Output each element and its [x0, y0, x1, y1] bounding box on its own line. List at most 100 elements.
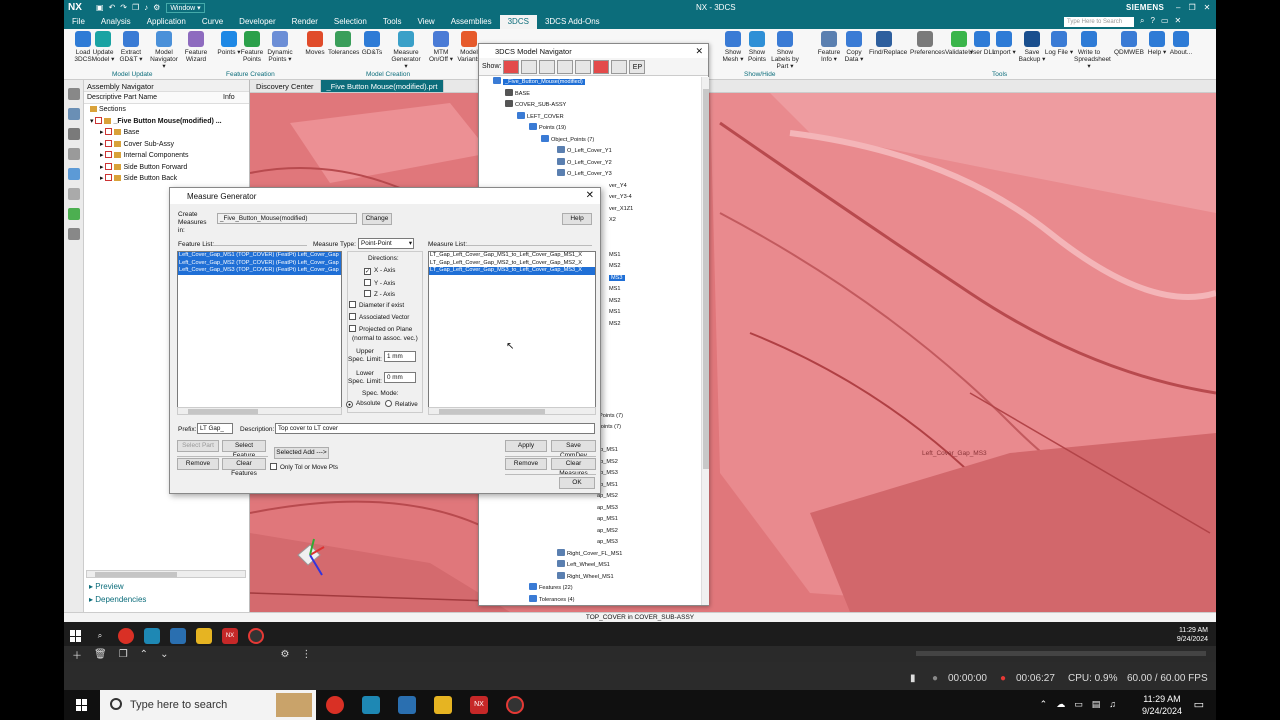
taskbar-search-input[interactable]: Type here to search: [100, 690, 316, 720]
app-icon[interactable]: [362, 696, 380, 714]
measure-type-select[interactable]: Point-Point ▾: [358, 238, 414, 249]
model-tree-node[interactable]: Right_Wheel_MS1: [479, 571, 701, 584]
menu-3dcs[interactable]: 3DCS: [499, 15, 537, 29]
list-item[interactable]: Left_Cover_Gap_MS1 (TOP_COVER) (FeatPt) …: [178, 252, 341, 260]
more-icon[interactable]: ⋮: [301, 649, 311, 660]
menu-render[interactable]: Render: [284, 15, 326, 29]
ribbon-dynamic-points-button[interactable]: Dynamic Points ▾: [265, 31, 295, 63]
ribbon-update-model-button[interactable]: Update Model ▾: [88, 31, 118, 63]
x-axis-checkbox[interactable]: ✓ X - Axis: [364, 267, 395, 275]
menu-application[interactable]: Application: [139, 15, 194, 29]
chevron-up-icon[interactable]: ⌃: [1040, 699, 1048, 710]
menu-analysis[interactable]: Analysis: [93, 15, 139, 29]
battery-icon[interactable]: ▭: [1074, 699, 1083, 710]
close-icon[interactable]: ✕: [586, 190, 594, 201]
column-info[interactable]: Info: [220, 92, 238, 103]
tree-row[interactable]: ▸ Side Button Back: [84, 173, 249, 185]
feature-list-scrollbar[interactable]: [177, 407, 342, 415]
column-descriptive-part-name[interactable]: Descriptive Part Name: [84, 92, 220, 103]
list-item[interactable]: Left_Cover_Gap_MS3 (TOP_COVER) (FeatPt) …: [178, 267, 341, 275]
minimize-icon[interactable]: –: [1176, 3, 1180, 12]
app-icon[interactable]: [144, 628, 160, 644]
trash-icon[interactable]: 🗑: [94, 649, 107, 660]
ribbon-copy-data-button[interactable]: Copy Data ▾: [839, 31, 869, 63]
model-tree-node[interactable]: Object_Points (7): [479, 134, 701, 147]
selected-add-button[interactable]: Selected Add --->: [274, 447, 329, 459]
assembly-navigator-icon[interactable]: [67, 108, 80, 120]
tree-row[interactable]: ▾ _Five Button Mouse(modified) ...: [84, 116, 249, 128]
tree-row[interactable]: ▸ Side Button Forward: [84, 162, 249, 174]
list-item[interactable]: LT_Gap_Left_Cover_Gap_MS1_to_Left_Cover_…: [429, 252, 595, 260]
tree-row[interactable]: ▸ Base: [84, 127, 249, 139]
copy-icon[interactable]: ❐: [119, 649, 128, 660]
visibility-checkbox[interactable]: [95, 116, 103, 124]
panel-dependencies[interactable]: ▸ Dependencies: [84, 593, 250, 606]
model-tree-node[interactable]: O_Left_Cover_Y1: [479, 146, 701, 158]
chevron-down-icon[interactable]: ⌄: [160, 649, 168, 660]
mic-icon[interactable]: ♪: [144, 3, 148, 12]
ribbon-model-navigator-button[interactable]: Model Navigator ▾: [149, 31, 179, 70]
recorder-icon[interactable]: [506, 696, 524, 714]
model-tree-node[interactable]: Features (22): [479, 583, 701, 595]
history-icon[interactable]: [67, 188, 80, 200]
model-tree-node[interactable]: Tolerances (4): [479, 594, 701, 606]
window-icon[interactable]: ▭: [1161, 16, 1169, 26]
select-feature-button[interactable]: Select Feature: [222, 440, 266, 459]
menu-3dcs-add-ons[interactable]: 3DCS Add-Ons: [537, 15, 608, 29]
ribbon-mtm-on-off-button[interactable]: MTM On/Off ▾: [426, 31, 456, 63]
visibility-checkbox[interactable]: [105, 139, 113, 147]
show-filter-button[interactable]: [593, 59, 610, 74]
tree-row[interactable]: ▸ Internal Components: [84, 150, 249, 162]
gear-icon[interactable]: ⚙: [280, 649, 289, 660]
nx-app-icon[interactable]: NX: [222, 628, 238, 644]
network-icon[interactable]: ▤: [1092, 699, 1101, 710]
file-explorer-icon[interactable]: [196, 628, 212, 644]
nx-alt-icon[interactable]: [398, 696, 416, 714]
diameter-checkbox[interactable]: Diameter if exist: [349, 301, 404, 309]
menu-view[interactable]: View: [410, 15, 443, 29]
restore-icon[interactable]: ❐: [1188, 3, 1195, 12]
show-filter-button[interactable]: [503, 59, 520, 74]
clear-measures-button[interactable]: Clear Measures: [551, 458, 596, 477]
model-tree-node[interactable]: Left_Wheel_MS1: [479, 560, 701, 572]
close-icon[interactable]: ✕: [695, 46, 703, 57]
only-tol-checkbox[interactable]: Only Tol or Move Pts: [270, 463, 338, 471]
z-axis-checkbox[interactable]: Z - Axis: [364, 290, 395, 298]
windows-start-icon[interactable]: [70, 630, 82, 642]
record-icon[interactable]: ●: [1000, 673, 1006, 684]
save-cmmdev-button[interactable]: Save CmmDev: [551, 440, 596, 459]
menu-selection[interactable]: Selection: [326, 15, 375, 29]
lower-spec-input[interactable]: 0 mm: [384, 372, 416, 383]
model-tree-node[interactable]: ap_MS1: [479, 514, 701, 526]
model-tree-node[interactable]: LEFT_COVER: [479, 111, 701, 124]
projected-on-plane-checkbox[interactable]: Projected on Plane: [349, 325, 412, 333]
show-filter-button[interactable]: [521, 59, 538, 74]
ribbon-feature-wizard-button[interactable]: Feature Wizard: [181, 31, 211, 63]
cloud-icon[interactable]: ☁: [1056, 699, 1065, 710]
redo-icon[interactable]: ↷: [120, 3, 127, 12]
file-explorer-icon[interactable]: [434, 696, 452, 714]
show-filter-button[interactable]: [539, 59, 556, 74]
windows-start-icon[interactable]: [76, 699, 88, 711]
ribbon-show-labels-by-part-button[interactable]: Show Labels by Part ▾: [770, 31, 800, 70]
model-tree-node[interactable]: Right_Cover_FL_MS1: [479, 548, 701, 561]
close-icon[interactable]: ✕: [1204, 3, 1211, 12]
menu-file[interactable]: File: [64, 15, 93, 29]
remove-feature-button[interactable]: Remove: [177, 458, 219, 470]
vertical-scrollbar[interactable]: [701, 77, 709, 605]
tree-row[interactable]: ▸ Cover Sub-Assy: [84, 139, 249, 151]
ribbon-feature-points-button[interactable]: Feature Points: [237, 31, 267, 63]
recorder-icon[interactable]: [248, 628, 264, 644]
visibility-checkbox[interactable]: [105, 162, 113, 170]
model-tree-node[interactable]: _Five_Button_Mouse(modified): [479, 77, 701, 89]
absolute-radio[interactable]: ● Absolute: [346, 400, 381, 408]
visibility-checkbox[interactable]: [105, 151, 113, 158]
menu-curve[interactable]: Curve: [194, 15, 231, 29]
show-filter-button[interactable]: [611, 59, 628, 74]
ribbon-qdmweb-button[interactable]: QDMWEB: [1114, 31, 1144, 56]
show-filter-button[interactable]: [575, 59, 592, 74]
window-menu[interactable]: Window ▾: [166, 2, 205, 13]
ribbon-import-button[interactable]: Import ▾: [989, 31, 1019, 56]
associated-vector-checkbox[interactable]: Associated Vector: [349, 313, 409, 321]
show-filter-button[interactable]: [557, 59, 574, 74]
